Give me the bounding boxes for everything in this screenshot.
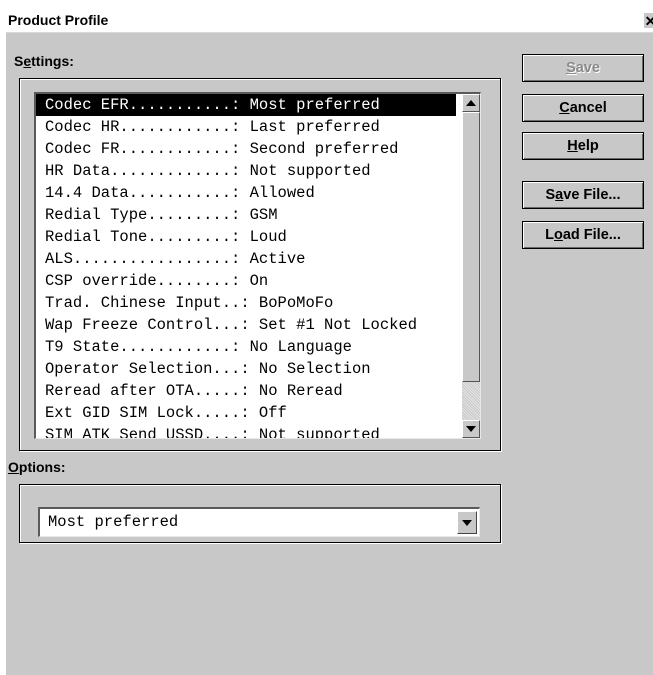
save-file-button[interactable]: Save File...: [522, 181, 644, 209]
close-icon: ✕: [644, 13, 653, 29]
save-button[interactable]: Save: [522, 54, 644, 82]
settings-list-item[interactable]: Codec FR............: Second preferred: [36, 138, 456, 160]
settings-list-item[interactable]: Codec EFR...........: Most preferred: [36, 94, 456, 116]
scroll-down-arrow-icon: [466, 426, 476, 432]
settings-list-item[interactable]: Wap Freeze Control...: Set #1 Not Locked: [36, 314, 456, 336]
scroll-down-button[interactable]: [462, 420, 480, 438]
settings-list-item[interactable]: Redial Type.........: GSM: [36, 204, 456, 226]
close-button[interactable]: ✕: [643, 12, 653, 29]
settings-list-items: Codec EFR...........: Most preferred Code…: [36, 94, 456, 438]
settings-list-item[interactable]: 14.4 Data...........: Allowed: [36, 182, 456, 204]
title-bar: Product Profile ✕: [6, 9, 653, 33]
window-title: Product Profile: [8, 12, 109, 28]
settings-listbox[interactable]: Codec EFR...........: Most preferred Code…: [34, 92, 481, 439]
chevron-down-icon: [462, 519, 472, 526]
settings-list-item[interactable]: Operator Selection...: No Selection: [36, 358, 456, 380]
options-dropdown[interactable]: Most preferred: [38, 507, 480, 537]
load-file-button[interactable]: Load File...: [522, 221, 644, 249]
settings-list-item[interactable]: Ext GID SIM Lock.....: Off: [36, 402, 456, 424]
scroll-up-arrow-icon: [466, 100, 476, 106]
options-selected-value: Most preferred: [48, 513, 179, 531]
settings-list-item[interactable]: ALS.................: Active: [36, 248, 456, 270]
settings-list-item[interactable]: Codec HR............: Last preferred: [36, 116, 456, 138]
product-profile-dialog: Product Profile ✕ Settings: Codec EFR...…: [5, 8, 653, 675]
dropdown-button[interactable]: [457, 511, 477, 534]
settings-list-item[interactable]: Redial Tone.........: Loud: [36, 226, 456, 248]
settings-list-item[interactable]: HR Data.............: Not supported: [36, 160, 456, 182]
settings-list-item[interactable]: SIM ATK Send USSD....: Not supported: [36, 424, 456, 438]
settings-list-item[interactable]: CSP override........: On: [36, 270, 456, 292]
settings-label: Settings:: [14, 53, 74, 69]
scrollbar-thumb[interactable]: [462, 112, 480, 382]
scroll-up-button[interactable]: [462, 94, 480, 112]
settings-list-item[interactable]: Reread after OTA.....: No Reread: [36, 380, 456, 402]
cancel-button[interactable]: Cancel: [522, 94, 644, 122]
settings-scrollbar[interactable]: [462, 94, 480, 438]
options-label: Options:: [8, 459, 66, 475]
settings-list-item[interactable]: Trad. Chinese Input..: BoPoMoFo: [36, 292, 456, 314]
settings-list-item[interactable]: T9 State............: No Language: [36, 336, 456, 358]
help-button[interactable]: Help: [522, 132, 644, 160]
